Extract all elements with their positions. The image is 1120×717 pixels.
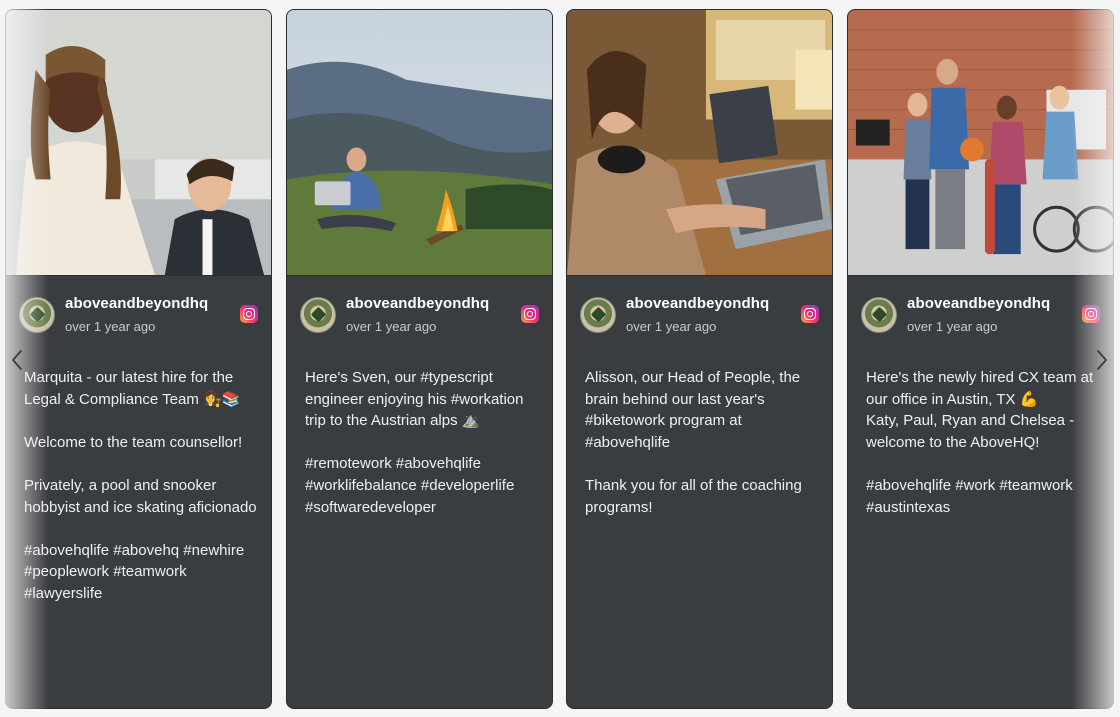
chevron-right-icon bbox=[1097, 350, 1107, 370]
instagram-icon[interactable] bbox=[1082, 305, 1100, 323]
previous-button[interactable] bbox=[5, 346, 29, 374]
post-header: aboveandbeyondhq over 1 year ago bbox=[861, 295, 1100, 335]
post-card[interactable]: aboveandbeyondhq over 1 year ago Here's … bbox=[847, 9, 1114, 709]
post-header: aboveandbeyondhq over 1 year ago bbox=[580, 295, 819, 335]
post-card[interactable]: aboveandbeyondhq over 1 year ago Alisson… bbox=[566, 9, 833, 709]
post-photo[interactable] bbox=[6, 10, 271, 276]
post-time: over 1 year ago bbox=[346, 319, 437, 334]
post-caption: Alisson, our Head of People, the brain b… bbox=[585, 369, 802, 516]
instagram-icon[interactable] bbox=[801, 305, 819, 323]
avatar[interactable] bbox=[580, 297, 616, 333]
post-photo[interactable] bbox=[567, 10, 832, 276]
avatar[interactable] bbox=[19, 297, 55, 333]
username[interactable]: aboveandbeyondhq bbox=[65, 295, 208, 312]
post-time: over 1 year ago bbox=[65, 319, 156, 334]
post-card[interactable]: aboveandbeyondhq over 1 year ago Here's … bbox=[286, 9, 553, 709]
post-photo[interactable] bbox=[848, 10, 1113, 276]
post-card[interactable]: aboveandbeyondhq over 1 year ago Marquit… bbox=[5, 9, 272, 709]
post-photo[interactable] bbox=[287, 10, 552, 276]
next-button[interactable] bbox=[1090, 346, 1114, 374]
post-header: aboveandbeyondhq over 1 year ago bbox=[300, 295, 539, 335]
post-header: aboveandbeyondhq over 1 year ago bbox=[19, 295, 258, 335]
username[interactable]: aboveandbeyondhq bbox=[626, 295, 769, 312]
post-time: over 1 year ago bbox=[626, 319, 717, 334]
post-caption: Marquita - our latest hire for the Legal… bbox=[24, 369, 257, 602]
post-time: over 1 year ago bbox=[907, 319, 998, 334]
avatar[interactable] bbox=[300, 297, 336, 333]
instagram-icon[interactable] bbox=[521, 305, 539, 323]
chevron-left-icon bbox=[12, 350, 22, 370]
username[interactable]: aboveandbeyondhq bbox=[907, 295, 1050, 312]
username[interactable]: aboveandbeyondhq bbox=[346, 295, 489, 312]
instagram-carousel: aboveandbeyondhq over 1 year ago Marquit… bbox=[0, 0, 1120, 717]
avatar[interactable] bbox=[861, 297, 897, 333]
post-caption: Here's Sven, our #typescript engineer en… bbox=[305, 369, 524, 516]
post-caption: Here's the newly hired CX team at our of… bbox=[866, 369, 1094, 516]
instagram-icon[interactable] bbox=[240, 305, 258, 323]
